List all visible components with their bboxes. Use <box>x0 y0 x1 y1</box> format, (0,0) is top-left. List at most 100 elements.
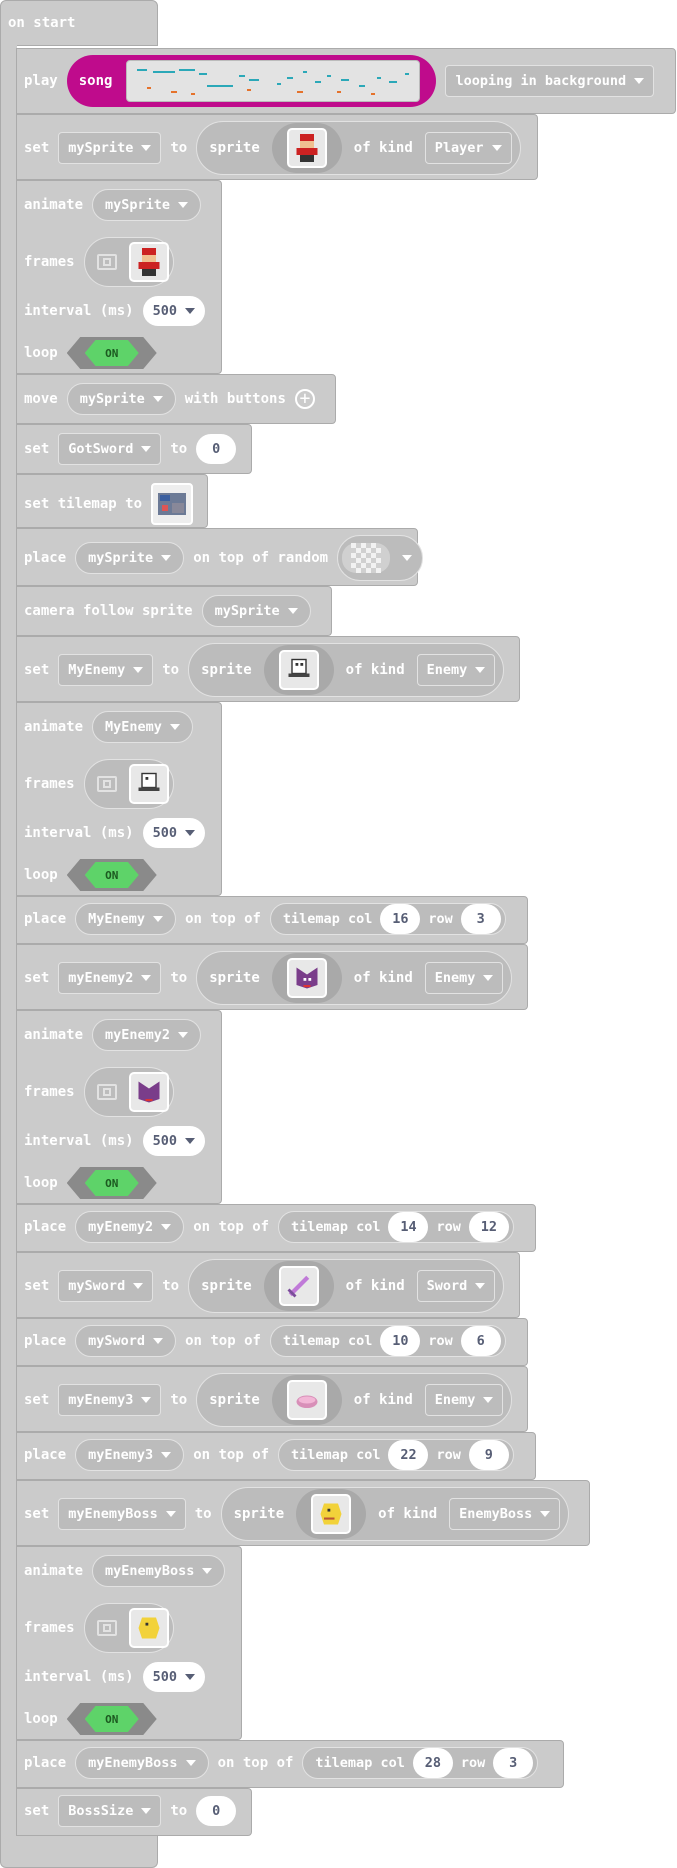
animate-block[interactable]: animate myEnemyBoss frames interval (ms)… <box>16 1546 242 1740</box>
song-editor[interactable]: song <box>66 55 437 107</box>
animate-block[interactable]: animate MyEnemy frames interval (ms) 500… <box>16 702 222 896</box>
value-input[interactable]: 0 <box>196 434 237 464</box>
animate-variable[interactable]: MyEnemy <box>92 711 193 743</box>
place-variable[interactable]: myEnemy2 <box>75 1211 185 1243</box>
place-enemy2-block[interactable]: place myEnemy2 on top of tilemap col 14 … <box>16 1204 536 1252</box>
set-enemy2-block[interactable]: set myEnemy2 to sprite of kind Enemy <box>16 944 528 1010</box>
song-preview[interactable] <box>126 60 421 102</box>
place-variable[interactable]: myEnemy3 <box>75 1439 185 1471</box>
animate-variable[interactable]: mySprite <box>92 189 202 221</box>
set-boss-block[interactable]: set myEnemyBoss to sprite of kind EnemyB… <box>16 1480 590 1546</box>
on-start-block[interactable]: on start <box>0 0 158 46</box>
tilemap-col-row-block[interactable]: tilemap col 14 row 12 <box>278 1211 514 1243</box>
loop-toggle[interactable]: ON <box>66 1167 157 1199</box>
frames-field[interactable] <box>83 1603 174 1653</box>
place-variable[interactable]: myEnemyBoss <box>75 1747 209 1779</box>
plus-icon[interactable]: + <box>294 389 315 409</box>
tilemap-icon[interactable] <box>151 483 194 525</box>
sprite-image-field[interactable] <box>296 1489 367 1539</box>
to-label: to <box>170 441 188 457</box>
set-bosssize-block[interactable]: set BossSize to 0 <box>16 1788 252 1836</box>
sprite-of-kind-block[interactable]: sprite of kind EnemyBoss <box>220 1487 570 1541</box>
sprite-of-kind-block[interactable]: sprite of kind Enemy <box>196 951 513 1005</box>
variable-dropdown[interactable]: MyEnemy <box>58 654 154 686</box>
interval-dropdown[interactable]: 500 <box>142 1662 205 1692</box>
sprite-image-field[interactable] <box>263 645 334 695</box>
variable-dropdown[interactable]: myEnemy3 <box>58 1384 162 1416</box>
set-tilemap-block[interactable]: set tilemap to <box>16 474 208 528</box>
tilemap-col-row-block[interactable]: tilemap col 16 row 3 <box>269 903 506 935</box>
loop-toggle[interactable]: ON <box>66 859 157 891</box>
set-sword-block[interactable]: set mySword to sprite of kind Sword <box>16 1252 520 1318</box>
on-top-of-label: on top of <box>217 1755 294 1771</box>
row-input[interactable]: 3 <box>460 904 501 934</box>
place-random-block[interactable]: place mySprite on top of random <box>16 528 424 586</box>
variable-dropdown[interactable]: myEnemy2 <box>58 962 162 994</box>
sprite-image-field[interactable] <box>271 1375 342 1425</box>
tilemap-col-row-block[interactable]: tilemap col 22 row 9 <box>278 1439 514 1471</box>
place-variable[interactable]: MyEnemy <box>75 903 177 935</box>
kind-dropdown[interactable]: Sword <box>416 1270 496 1302</box>
variable-dropdown[interactable]: BossSize <box>58 1795 162 1827</box>
loop-toggle[interactable]: ON <box>66 1703 157 1735</box>
interval-dropdown[interactable]: 500 <box>142 818 205 848</box>
value-text: 0 <box>212 1803 221 1819</box>
set-sprite-block[interactable]: set mySprite to sprite of kind Player <box>16 114 538 180</box>
kind-dropdown[interactable]: Player <box>424 132 512 164</box>
tilemap-col-row-block[interactable]: tilemap col 28 row 3 <box>302 1747 539 1779</box>
variable-dropdown[interactable]: myEnemyBoss <box>58 1498 186 1530</box>
sprite-of-kind-block[interactable]: sprite of kind Player <box>196 121 521 175</box>
animate-block[interactable]: animate mySprite frames interval (ms) 50… <box>16 180 222 374</box>
animate-block[interactable]: animate myEnemy2 frames interval (ms) 50… <box>16 1010 222 1204</box>
kind-dropdown[interactable]: Enemy <box>424 962 504 994</box>
to-label: to <box>170 1392 188 1408</box>
place-variable[interactable]: mySprite <box>75 542 185 574</box>
move-block[interactable]: move mySprite with buttons + <box>16 374 336 424</box>
variable-dropdown[interactable]: GotSword <box>58 433 162 465</box>
row-input[interactable]: 3 <box>493 1748 534 1778</box>
col-input[interactable]: 16 <box>380 904 421 934</box>
interval-dropdown[interactable]: 500 <box>142 1126 205 1156</box>
place-enemy-block[interactable]: place MyEnemy on top of tilemap col 16 r… <box>16 896 528 944</box>
camera-follow-block[interactable]: camera follow sprite mySprite <box>16 586 332 636</box>
place-sword-block[interactable]: place mySword on top of tilemap col 10 r… <box>16 1318 528 1366</box>
place-boss-block[interactable]: place myEnemyBoss on top of tilemap col … <box>16 1740 564 1788</box>
value-input[interactable]: 0 <box>196 1796 237 1826</box>
frames-field[interactable] <box>83 759 174 809</box>
sprite-of-kind-block[interactable]: sprite of kind Enemy <box>188 643 505 697</box>
sprite-image-field[interactable] <box>263 1261 334 1311</box>
sprite-of-kind-block[interactable]: sprite of kind Enemy <box>196 1373 513 1427</box>
animate-variable[interactable]: myEnemy2 <box>92 1019 202 1051</box>
song-mode-dropdown[interactable]: looping in background <box>445 65 655 97</box>
row-input[interactable]: 12 <box>468 1212 509 1242</box>
variable-dropdown[interactable]: mySword <box>58 1270 154 1302</box>
kind-dropdown[interactable]: Enemy <box>416 654 496 686</box>
kind-dropdown[interactable]: Enemy <box>424 1384 504 1416</box>
animate-variable[interactable]: myEnemyBoss <box>92 1555 226 1587</box>
tilemap-col-row-block[interactable]: tilemap col 10 row 6 <box>269 1325 506 1357</box>
tile-dropdown[interactable] <box>337 535 424 581</box>
variable-dropdown[interactable]: mySprite <box>58 132 162 164</box>
camera-variable[interactable]: mySprite <box>201 595 311 627</box>
col-input[interactable]: 10 <box>380 1326 421 1356</box>
row-input[interactable]: 9 <box>468 1440 509 1470</box>
place-enemy3-block[interactable]: place myEnemy3 on top of tilemap col 22 … <box>16 1432 536 1480</box>
frames-field[interactable] <box>83 237 174 287</box>
kind-dropdown[interactable]: EnemyBoss <box>449 1498 561 1530</box>
sprite-image-field[interactable] <box>271 953 342 1003</box>
set-enemy3-block[interactable]: set myEnemy3 to sprite of kind Enemy <box>16 1366 528 1432</box>
row-input[interactable]: 6 <box>460 1326 501 1356</box>
set-gotsword-block[interactable]: set GotSword to 0 <box>16 424 252 474</box>
col-input[interactable]: 28 <box>412 1748 453 1778</box>
set-enemy-block[interactable]: set MyEnemy to sprite of kind Enemy <box>16 636 520 702</box>
play-song-block[interactable]: play song looping in background <box>16 48 676 114</box>
sprite-of-kind-block[interactable]: sprite of kind Sword <box>188 1259 505 1313</box>
sprite-image-field[interactable] <box>271 123 342 173</box>
frames-field[interactable] <box>83 1067 174 1117</box>
loop-toggle[interactable]: ON <box>66 337 157 369</box>
col-input[interactable]: 22 <box>388 1440 429 1470</box>
interval-dropdown[interactable]: 500 <box>142 296 205 326</box>
move-variable[interactable]: mySprite <box>66 383 176 415</box>
col-input[interactable]: 14 <box>388 1212 429 1242</box>
place-variable[interactable]: mySword <box>75 1325 177 1357</box>
